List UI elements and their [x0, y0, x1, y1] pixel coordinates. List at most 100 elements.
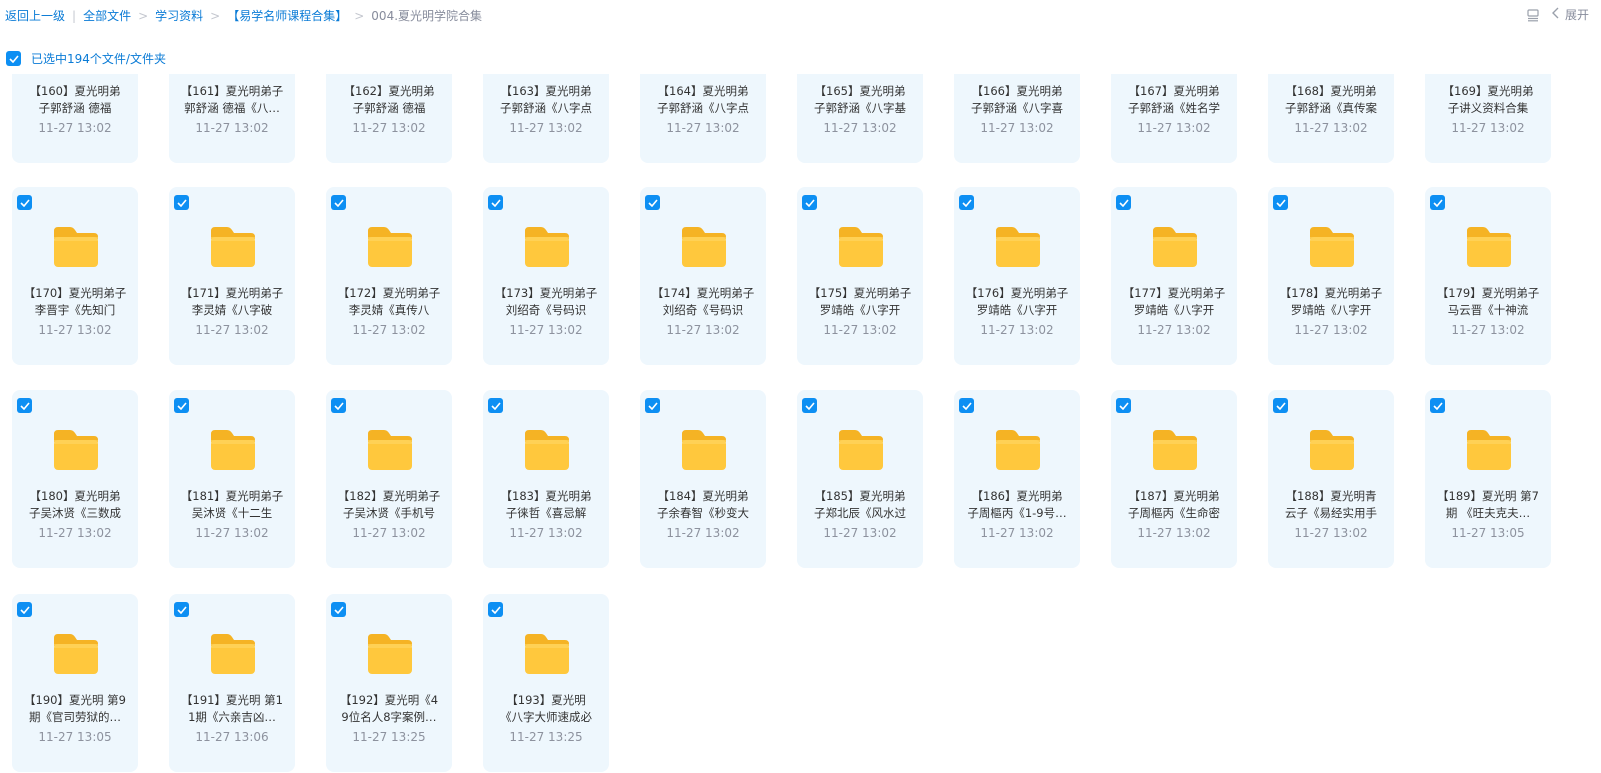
folder-item[interactable]: 【174】夏光明弟子 刘绍奇《号码识 11-27 13:02 [640, 187, 766, 365]
item-checkbox[interactable] [959, 398, 974, 413]
item-checkbox[interactable] [1273, 398, 1288, 413]
folder-item[interactable]: 【160】夏光明弟 子郭舒涵 德福 11-27 13:02 [12, 74, 138, 163]
folder-name-line: 【163】夏光明弟 [500, 84, 592, 98]
folder-name-line: 【160】夏光明弟 [29, 84, 121, 98]
folder-item[interactable]: 【168】夏光明弟 子郭舒涵《真传案 11-27 13:02 [1268, 74, 1394, 163]
item-checkbox[interactable] [1273, 195, 1288, 210]
folder-item[interactable]: 【188】夏光明青 云子《易经实用手 11-27 13:02 [1268, 390, 1394, 568]
file-grid: 【160】夏光明弟 子郭舒涵 德福 11-27 13:02 【161】夏光明弟子 郭舒涵… [0, 74, 1601, 773]
item-checkbox[interactable] [959, 195, 974, 210]
folder-item[interactable]: 【172】夏光明弟子 李灵婧《真传八 11-27 13:02 [326, 187, 452, 365]
item-checkbox[interactable] [802, 195, 817, 210]
item-checkbox[interactable] [17, 602, 32, 617]
folder-name-line: 【178】夏光明弟子 [1279, 286, 1383, 300]
folder-item[interactable]: 【191】夏光明 第1 1期《六亲吉凶… 11-27 13:06 [169, 594, 295, 772]
folder-item[interactable]: 【190】夏光明 第9 期《官司劳狱的… 11-27 13:05 [12, 594, 138, 772]
folder-name: 【191】夏光明 第1 1期《六亲吉凶… [175, 692, 289, 726]
item-checkbox[interactable] [1430, 398, 1445, 413]
folder-item[interactable]: 【187】夏光明弟 子周樞丙《生命密 11-27 13:02 [1111, 390, 1237, 568]
breadcrumb-all-files[interactable]: 全部文件 [83, 7, 131, 24]
item-checkbox[interactable] [17, 195, 32, 210]
list-view-icon[interactable] [1525, 7, 1541, 23]
folder-item[interactable]: 【161】夏光明弟子 郭舒涵 德福《八… 11-27 13:02 [169, 74, 295, 163]
item-checkbox[interactable] [1116, 398, 1131, 413]
folder-item[interactable]: 【177】夏光明弟子 罗靖皓《八字开 11-27 13:02 [1111, 187, 1237, 365]
item-checkbox[interactable] [174, 195, 189, 210]
folder-item[interactable]: 【189】夏光明 第7 期 《旺夫克夫… 11-27 13:05 [1425, 390, 1551, 568]
item-checkbox[interactable] [17, 398, 32, 413]
folder-name: 【170】夏光明弟子 李晋宇《先知门 [18, 285, 132, 319]
item-checkbox[interactable] [331, 195, 346, 210]
back-link[interactable]: 返回上一级 [5, 7, 65, 24]
folder-item[interactable]: 【184】夏光明弟 子余春智《秒变大 11-27 13:02 [640, 390, 766, 568]
folder-item[interactable]: 【176】夏光明弟子 罗靖皓《八字开 11-27 13:02 [954, 187, 1080, 365]
folder-icon [837, 225, 885, 269]
modified-time: 11-27 13:02 [823, 121, 897, 135]
item-checkbox[interactable] [331, 602, 346, 617]
folder-item[interactable]: 【166】夏光明弟 子郭舒涵《八字喜 11-27 13:02 [954, 74, 1080, 163]
item-checkbox[interactable] [802, 398, 817, 413]
folder-name: 【164】夏光明弟 子郭舒涵《八字点 [646, 83, 760, 117]
breadcrumb-study-materials[interactable]: 学习资料 [155, 7, 203, 24]
modified-time: 11-27 13:02 [352, 526, 426, 540]
folder-item[interactable]: 【179】夏光明弟子 马云晋《十神流 11-27 13:02 [1425, 187, 1551, 365]
folder-name: 【168】夏光明弟 子郭舒涵《真传案 [1274, 83, 1388, 117]
folder-name-line: 【191】夏光明 第1 [181, 693, 283, 707]
modified-time: 11-27 13:02 [509, 323, 583, 337]
folder-item[interactable]: 【163】夏光明弟 子郭舒涵《八字点 11-27 13:02 [483, 74, 609, 163]
expand-button[interactable]: 展开 [1551, 6, 1589, 23]
folder-name-line: 李灵婧《真传八 [348, 303, 430, 317]
item-checkbox[interactable] [645, 398, 660, 413]
item-checkbox[interactable] [1430, 195, 1445, 210]
folder-name-line: 马云晋《十神流 [1447, 303, 1529, 317]
select-all-checkbox[interactable] [6, 51, 21, 66]
item-checkbox[interactable] [331, 398, 346, 413]
folder-icon [52, 428, 100, 472]
folder-item[interactable]: 【193】夏光明 《八字大师速成必 11-27 13:25 [483, 594, 609, 772]
modified-time: 11-27 13:02 [666, 526, 740, 540]
folder-name-line: 9位名人8字案例… [341, 710, 437, 724]
folder-name-line: 【183】夏光明弟 [500, 489, 592, 503]
item-checkbox[interactable] [488, 195, 503, 210]
folder-item[interactable]: 【185】夏光明弟 子郑北辰《风水过 11-27 13:02 [797, 390, 923, 568]
item-checkbox[interactable] [488, 602, 503, 617]
folder-name-line: 罗靖皓《八字开 [1290, 303, 1372, 317]
modified-time: 11-27 13:02 [509, 526, 583, 540]
folder-icon [837, 428, 885, 472]
top-bar: 返回上一级 | 全部文件 > 学习资料 > 【易学名师课程合集】 > 004.夏… [0, 0, 1601, 32]
modified-time: 11-27 13:02 [195, 323, 269, 337]
modified-time: 11-27 13:02 [1137, 526, 1211, 540]
folder-name-line: 子吴沐贤《三数成 [29, 506, 121, 520]
item-checkbox[interactable] [645, 195, 660, 210]
folder-item[interactable]: 【162】夏光明弟 子郭舒涵 德福 11-27 13:02 [326, 74, 452, 163]
folder-item[interactable]: 【180】夏光明弟 子吴沐贤《三数成 11-27 13:02 [12, 390, 138, 568]
folder-item[interactable]: 【165】夏光明弟 子郭舒涵《八字基 11-27 13:02 [797, 74, 923, 163]
folder-item[interactable]: 【164】夏光明弟 子郭舒涵《八字点 11-27 13:02 [640, 74, 766, 163]
item-checkbox[interactable] [174, 602, 189, 617]
folder-item[interactable]: 【178】夏光明弟子 罗靖皓《八字开 11-27 13:02 [1268, 187, 1394, 365]
folder-name: 【181】夏光明弟子 吴沐贤《十二生 [175, 488, 289, 522]
folder-item[interactable]: 【171】夏光明弟子 李灵婧《八字破 11-27 13:02 [169, 187, 295, 365]
folder-item[interactable]: 【173】夏光明弟子 刘绍奇《号码识 11-27 13:02 [483, 187, 609, 365]
item-checkbox[interactable] [488, 398, 503, 413]
folder-item[interactable]: 【181】夏光明弟子 吴沐贤《十二生 11-27 13:02 [169, 390, 295, 568]
modified-time: 11-27 13:05 [1451, 526, 1525, 540]
folder-icon [1465, 428, 1513, 472]
folder-name-line: 子余春智《秒变大 [657, 506, 749, 520]
folder-item[interactable]: 【167】夏光明弟 子郭舒涵《姓名学 11-27 13:02 [1111, 74, 1237, 163]
folder-item[interactable]: 【183】夏光明弟 子徕哲《喜忌解 11-27 13:02 [483, 390, 609, 568]
folder-name: 【162】夏光明弟 子郭舒涵 德福 [332, 83, 446, 117]
folder-item[interactable]: 【186】夏光明弟 子周樞丙《1-9号… 11-27 13:02 [954, 390, 1080, 568]
folder-name-line: 【193】夏光明 [506, 693, 586, 707]
folder-item[interactable]: 【175】夏光明弟子 罗靖皓《八字开 11-27 13:02 [797, 187, 923, 365]
folder-name: 【169】夏光明弟 子讲义资料合集 [1431, 83, 1545, 117]
breadcrumb-course-collection[interactable]: 【易学名师课程合集】 [227, 7, 347, 24]
folder-item[interactable]: 【169】夏光明弟 子讲义资料合集 11-27 13:02 [1425, 74, 1551, 163]
folder-item[interactable]: 【170】夏光明弟子 李晋宇《先知门 11-27 13:02 [12, 187, 138, 365]
modified-time: 11-27 13:02 [38, 323, 112, 337]
item-checkbox[interactable] [1116, 195, 1131, 210]
modified-time: 11-27 13:05 [38, 730, 112, 744]
folder-item[interactable]: 【182】夏光明弟子 子吴沐贤《手机号 11-27 13:02 [326, 390, 452, 568]
folder-item[interactable]: 【192】夏光明《4 9位名人8字案例… 11-27 13:25 [326, 594, 452, 772]
item-checkbox[interactable] [174, 398, 189, 413]
